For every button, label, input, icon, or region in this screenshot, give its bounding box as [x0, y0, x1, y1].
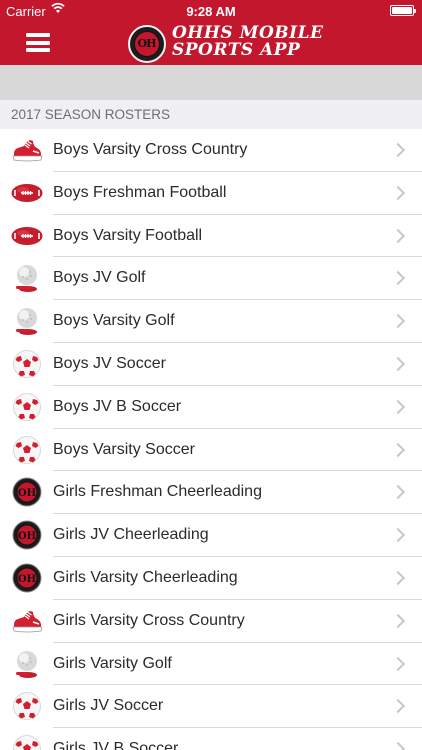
roster-row-label: Girls JV Cheerleading: [53, 526, 209, 544]
roster-row-label: Boys Freshman Football: [53, 183, 227, 201]
roster-row[interactable]: Boys JV Soccer: [0, 342, 422, 386]
roster-row-label: Boys JV Soccer: [53, 354, 166, 372]
school-logo: OH: [128, 25, 166, 63]
roster-row[interactable]: Boys Freshman Football: [0, 171, 422, 215]
roster-row[interactable]: Boys Varsity Golf: [0, 300, 422, 343]
roster-row[interactable]: Girls JV Cheerleading: [0, 514, 422, 557]
chevron-right-icon: [390, 528, 406, 543]
golf-ball-icon: [11, 306, 43, 336]
chevron-right-icon: [390, 142, 406, 158]
battery-icon: [390, 5, 416, 16]
chevron-right-icon: [390, 314, 406, 329]
roster-row-label: Girls Freshman Cheerleading: [53, 483, 262, 501]
roster-row[interactable]: Girls JV Soccer: [0, 685, 422, 729]
logo-monogram: OH: [137, 37, 157, 50]
football-icon: [11, 221, 43, 251]
roster-row[interactable]: Boys JV B Soccer: [0, 385, 422, 429]
section-header: 2017 SEASON ROSTERS: [0, 100, 422, 129]
roster-row[interactable]: Girls Freshman Cheerleading: [0, 471, 422, 515]
roster-row-label: Boys JV Golf: [53, 269, 146, 287]
roster-row-label: Girls Varsity Cross Country: [53, 611, 245, 629]
chevron-right-icon: [390, 228, 406, 243]
chevron-right-icon: [390, 699, 406, 714]
section-title: 2017 SEASON ROSTERS: [11, 107, 171, 122]
soccer-ball-icon: [11, 392, 43, 422]
roster-row-label: Boys JV B Soccer: [53, 397, 182, 415]
roster-row-label: Boys Varsity Soccer: [53, 440, 195, 458]
roster-row[interactable]: Girls Varsity Cheerleading: [0, 556, 422, 600]
roster-list: Boys Varsity Cross Country Boys Freshman …: [0, 129, 422, 750]
roster-row-label: Boys Varsity Golf: [53, 312, 175, 330]
roster-row[interactable]: Girls Varsity Golf: [0, 642, 422, 686]
chevron-right-icon: [390, 356, 406, 372]
status-bar: Carrier 9:28 AM: [0, 0, 422, 22]
header-spacer: [0, 65, 422, 100]
chevron-right-icon: [390, 613, 406, 628]
soccer-ball-icon: [11, 349, 43, 379]
roster-row-label: Girls JV Soccer: [53, 697, 164, 715]
app-title-line2: SPORTS APP: [172, 40, 301, 60]
roster-row[interactable]: Boys Varsity Football: [0, 214, 422, 258]
roster-row-label: Girls Varsity Golf: [53, 654, 172, 672]
chevron-right-icon: [390, 485, 406, 500]
school-logo-icon: [11, 520, 43, 550]
roster-row[interactable]: Boys Varsity Cross Country: [0, 129, 422, 172]
roster-row-label: Boys Varsity Cross Country: [53, 141, 248, 158]
app-title: OHHS MOBILE SPORTS APP: [172, 25, 324, 59]
running-shoe-icon: [11, 135, 43, 165]
roster-row[interactable]: Girls Varsity Cross Country: [0, 599, 422, 643]
roster-row[interactable]: Boys JV Golf: [0, 257, 422, 301]
chevron-right-icon: [390, 185, 406, 200]
soccer-ball-icon: [11, 435, 43, 465]
roster-row-label: Boys Varsity Football: [53, 226, 203, 244]
school-logo-icon: [11, 563, 43, 593]
chevron-right-icon: [390, 442, 406, 457]
chevron-right-icon: [390, 271, 406, 286]
roster-row[interactable]: Girls JV B Soccer: [0, 728, 422, 750]
soccer-ball-icon: [11, 734, 43, 750]
chevron-right-icon: [390, 570, 406, 586]
running-shoe-icon: [11, 606, 43, 636]
roster-row-label: Girls Varsity Cheerleading: [53, 568, 238, 586]
hamburger-menu-button[interactable]: [26, 33, 50, 52]
golf-ball-icon: [11, 263, 43, 293]
soccer-ball-icon: [11, 691, 43, 721]
football-icon: [11, 178, 43, 208]
chevron-right-icon: [390, 656, 406, 671]
chevron-right-icon: [390, 399, 406, 414]
chevron-right-icon: [390, 742, 406, 750]
roster-row-label: Girls JV B Soccer: [53, 740, 179, 750]
school-logo-icon: [11, 477, 43, 507]
golf-ball-icon: [11, 649, 43, 679]
clock: 9:28 AM: [186, 4, 236, 19]
roster-row[interactable]: Boys Varsity Soccer: [0, 428, 422, 472]
app-header: Carrier 9:28 AM OH OHHS MOBILE SPORTS AP…: [0, 0, 422, 65]
